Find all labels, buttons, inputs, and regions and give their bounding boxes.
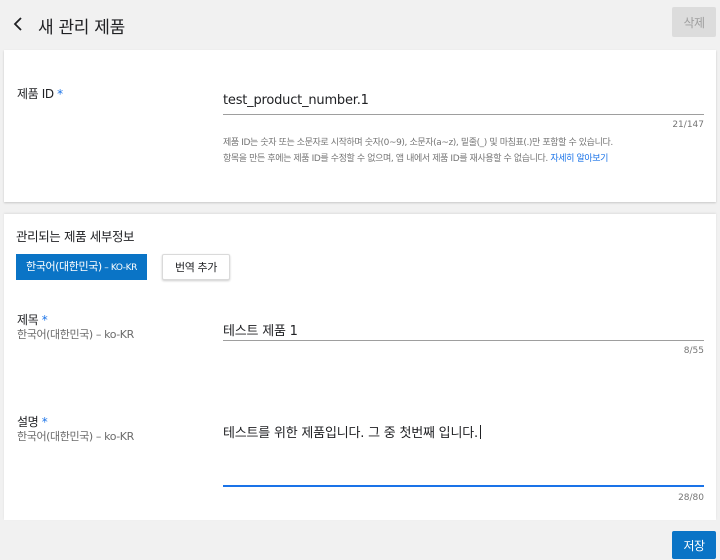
language-button[interactable]: 한국어(대한민국) – KO-KR	[16, 254, 147, 280]
help-line-1: 제품 ID는 숫자 또는 소문자로 시작하며 숫자(0~9), 소문자(a~z)…	[223, 138, 613, 148]
product-id-label: 제품 ID *	[17, 87, 63, 101]
learn-more-link[interactable]: 자세히 알아보기	[550, 154, 608, 164]
arrow-left-icon[interactable]	[11, 15, 27, 33]
title-input[interactable]: 테스트 제품 1	[223, 320, 298, 339]
title-language-label: 한국어(대한민국) – ko-KR	[17, 328, 134, 341]
section-title: 관리되는 제품 세부정보	[16, 229, 135, 244]
description-counter: 28/80	[678, 493, 704, 503]
description-underline	[223, 485, 704, 487]
product-id-help: 제품 ID는 숫자 또는 소문자로 시작하며 숫자(0~9), 소문자(a~z)…	[223, 135, 703, 167]
add-translation-button[interactable]: 번역 추가	[162, 254, 230, 280]
title-counter: 8/55	[683, 346, 704, 356]
save-button[interactable]: 저장	[672, 531, 716, 559]
top-bar: 새 관리 제품 삭제	[0, 0, 720, 48]
product-id-counter: 21/147	[672, 120, 704, 130]
product-details-card: 관리되는 제품 세부정보 한국어(대한민국) – KO-KR 번역 추가 제목 …	[4, 214, 716, 520]
text-cursor	[479, 425, 481, 439]
title-underline	[223, 340, 704, 341]
description-language-label: 한국어(대한민국) – ko-KR	[17, 430, 134, 443]
page-title: 새 관리 제품	[38, 18, 125, 38]
product-id-card: 제품 ID * test_product_number.1 21/147 제품 …	[4, 50, 716, 202]
description-input[interactable]: 테스트를 위한 제품입니다. 그 중 첫번째 입니다.	[223, 422, 481, 441]
product-id-underline	[223, 114, 704, 115]
delete-button[interactable]: 삭제	[672, 7, 716, 37]
help-line-2: 항목을 만든 후에는 제품 ID를 수정할 수 없으며, 앱 내에서 제품 ID…	[223, 154, 608, 164]
product-id-input[interactable]: test_product_number.1	[223, 93, 369, 108]
